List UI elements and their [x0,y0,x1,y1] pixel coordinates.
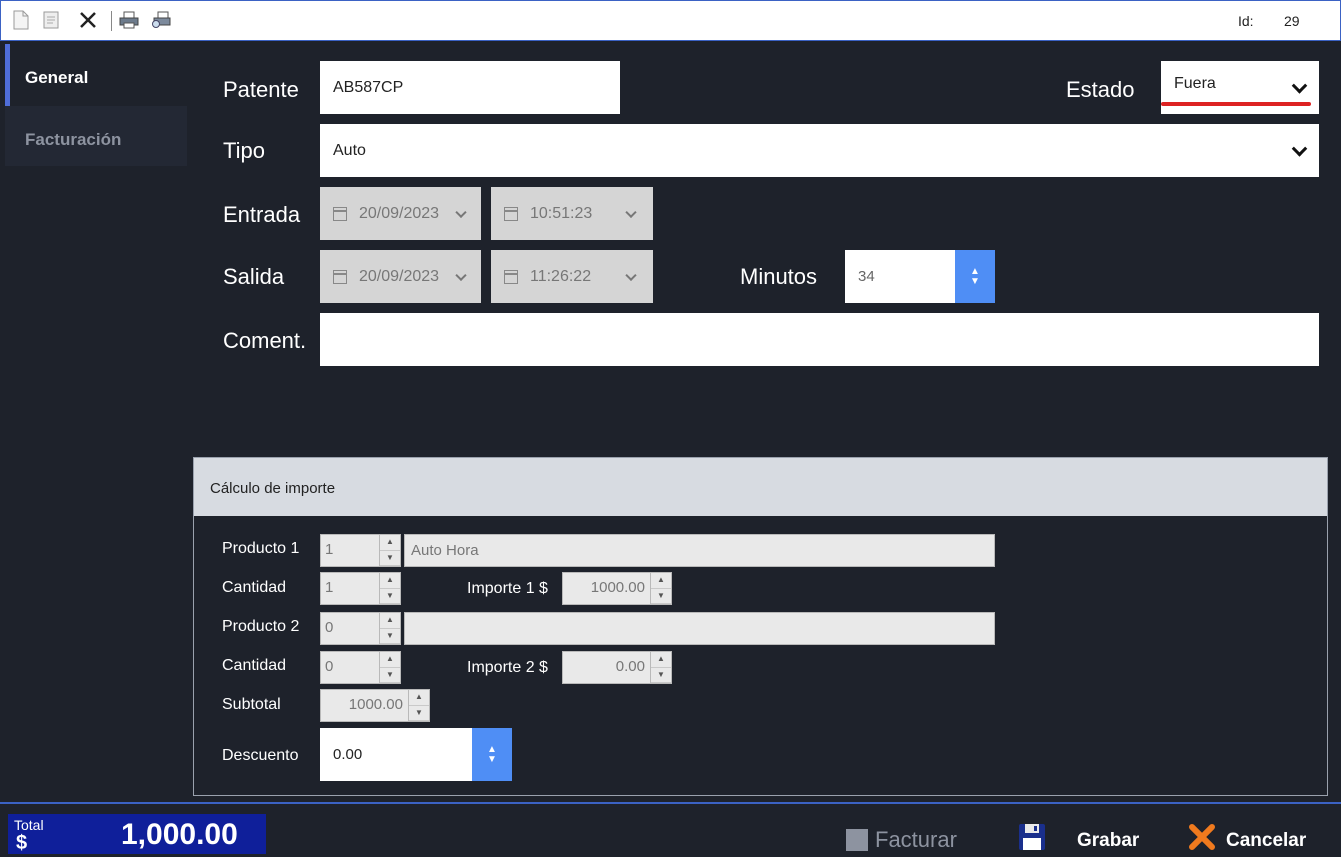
new-document-icon[interactable] [11,10,31,30]
estado-label: Estado [1066,77,1135,102]
importe1-stepper[interactable]: 1000.00 ▲ ▼ [562,572,672,605]
subtotal-stepper[interactable]: 1000.00 ▲ ▼ [320,689,430,722]
salida-time-value: 11:26:22 [530,267,592,285]
producto2-code-stepper[interactable]: 0 ▲ ▼ [320,612,401,645]
producto1-name-field: Auto Hora [404,534,995,567]
print-preview-icon[interactable] [151,10,171,30]
calendar-icon [504,269,518,284]
chevron-down-icon [625,206,637,218]
cantidad2-label: Cantidad [222,657,287,674]
producto2-label: Producto 2 [222,618,300,635]
total-label: Total [14,817,44,833]
salida-date-value: 20/09/2023 [359,267,440,285]
delete-icon[interactable] [78,10,98,30]
coment-label: Coment. [223,328,307,353]
calendar-icon [504,206,518,221]
chevron-down-icon [625,269,637,281]
facturar-label[interactable]: Facturar [875,827,957,853]
minutos-value: 34 [858,268,875,285]
entrada-date-value: 20/09/2023 [359,204,440,222]
id-label: Id: [1238,13,1254,29]
subtotal-label: Subtotal [222,696,281,713]
total-display: Total $ 1,000.00 [8,814,266,854]
spin-updown-icon[interactable]: ▲ ▼ [472,728,512,781]
toolbar-separator [111,11,112,31]
spin-updown-icon[interactable]: ▲ ▼ [379,573,400,604]
chevron-down-icon [455,269,467,281]
spin-updown-icon[interactable]: ▲ ▼ [379,535,400,566]
chevron-down-icon [455,206,467,218]
floppy-disk-icon[interactable] [1017,822,1047,852]
grabar-button[interactable]: Grabar [1077,830,1139,852]
importe1-value: 1000.00 [590,579,645,596]
calendar-icon [333,206,347,221]
producto1-code-stepper[interactable]: 1 ▲ ▼ [320,534,401,567]
facturar-checkbox[interactable] [846,829,868,851]
entrada-label: Entrada [223,202,301,227]
patente-label: Patente [223,77,299,102]
entrada-date-picker[interactable]: 20/09/2023 [320,187,481,240]
estado-highlight-underline [1161,102,1311,106]
importe2-stepper[interactable]: 0.00 ▲ ▼ [562,651,672,684]
tipo-label: Tipo [223,138,265,163]
calc-panel-title: Cálculo de importe [210,480,336,497]
tipo-select[interactable]: Auto [320,124,1319,177]
salida-date-picker[interactable]: 20/09/2023 [320,250,481,303]
id-value: 29 [1284,13,1300,29]
importe2-value: 0.00 [615,658,645,675]
print-icon[interactable] [119,10,139,30]
cancelar-button[interactable]: Cancelar [1226,830,1306,852]
calendar-icon [333,269,347,284]
spin-updown-icon[interactable]: ▲ ▼ [379,652,400,683]
patente-input[interactable]: AB587CP [320,61,620,114]
cantidad1-value: 1 [325,579,334,596]
spin-updown-icon[interactable]: ▲ ▼ [650,573,671,604]
entrada-time-picker[interactable]: 10:51:23 [491,187,653,240]
chevron-down-icon [1291,77,1308,94]
producto1-code-value: 1 [325,541,334,558]
importe1-label: Importe 1 $ [467,580,548,597]
estado-value: Fuera [1174,74,1216,92]
total-currency: $ [16,832,28,854]
minutos-stepper[interactable]: 34 ▲ ▼ [845,250,995,303]
salida-label: Salida [223,264,285,289]
cantidad2-value: 0 [325,658,334,675]
descuento-label: Descuento [222,747,299,764]
salida-time-picker[interactable]: 11:26:22 [491,250,653,303]
producto2-code-value: 0 [325,619,334,636]
cantidad2-stepper[interactable]: 0 ▲ ▼ [320,651,401,684]
producto2-name-field [404,612,995,645]
coment-input[interactable] [320,313,1319,366]
descuento-value: 0.00 [333,746,363,763]
producto1-name-value: Auto Hora [411,542,479,559]
edit-document-icon[interactable] [41,10,61,30]
tab-general[interactable]: General [5,44,187,106]
cantidad1-label: Cantidad [222,579,287,596]
descuento-stepper[interactable]: 0.00 ▲ ▼ [320,728,512,781]
importe2-label: Importe 2 $ [467,659,548,676]
tab-facturacion[interactable]: Facturación [5,106,187,166]
producto1-label: Producto 1 [222,540,300,557]
estado-select[interactable]: Fuera [1161,61,1319,114]
minutos-label: Minutos [740,264,818,289]
tipo-value: Auto [333,141,366,159]
spin-updown-icon[interactable]: ▲ ▼ [955,250,995,303]
subtotal-value: 1000.00 [348,696,403,713]
spin-updown-icon[interactable]: ▲ ▼ [408,690,429,721]
patente-value: AB587CP [333,78,404,96]
spin-updown-icon[interactable]: ▲ ▼ [379,613,400,644]
spin-updown-icon[interactable]: ▲ ▼ [650,652,671,683]
cantidad1-stepper[interactable]: 1 ▲ ▼ [320,572,401,605]
toolbar: Id: 29 [0,0,1341,41]
chevron-down-icon [1291,140,1308,157]
entrada-time-value: 10:51:23 [530,204,593,222]
calc-panel-header: Cálculo de importe [194,458,1327,516]
